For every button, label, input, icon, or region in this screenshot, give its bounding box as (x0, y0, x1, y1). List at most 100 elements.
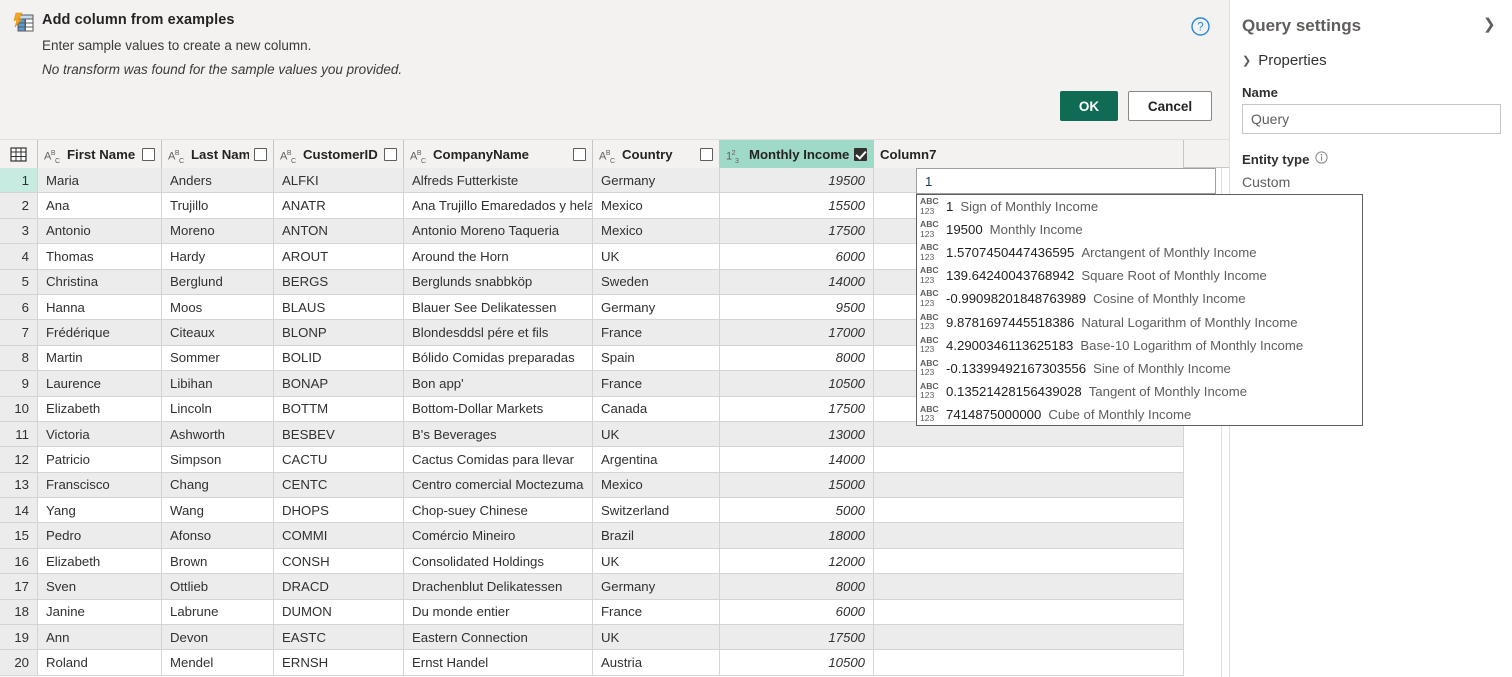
column-select-checkbox[interactable] (573, 147, 586, 161)
cell-country[interactable]: Sweden (593, 269, 720, 295)
column-header-first[interactable]: ABC First Name (38, 140, 162, 168)
cell-custid[interactable]: BOLID (274, 345, 404, 372)
query-name-input[interactable]: Query (1242, 104, 1501, 134)
cell-country[interactable]: Argentina (593, 447, 720, 473)
cell-first[interactable]: Franscisco (38, 472, 162, 499)
cell-last[interactable]: Moos (162, 294, 274, 321)
cell-first[interactable]: Hanna (38, 294, 162, 321)
cell-first[interactable]: Yang (38, 498, 162, 524)
table-row[interactable]: 18 Janine Labrune DUMON Du monde entier Franc… (0, 599, 1229, 626)
cell-country[interactable]: France (593, 320, 720, 346)
cell-company[interactable]: Bon app' (404, 371, 593, 397)
cell-last[interactable]: Libihan (162, 371, 274, 397)
column-header-income[interactable]: 123 Monthly Income (720, 140, 874, 168)
suggestion-item[interactable]: ABC 123 1 Sign of Monthly Income (917, 195, 1362, 218)
cell-first[interactable]: Elizabeth (38, 396, 162, 422)
cell-income[interactable]: 5000 (720, 498, 874, 524)
cell-rownum[interactable]: 18 (0, 599, 38, 626)
cell-column7[interactable] (874, 472, 1184, 499)
cell-last[interactable]: Simpson (162, 447, 274, 473)
table-row[interactable]: 17 Sven Ottlieb DRACD Drachenblut Delikatess… (0, 574, 1229, 600)
cell-rownum[interactable]: 15 (0, 523, 38, 549)
cell-first[interactable]: Frédérique (38, 320, 162, 346)
cell-last[interactable]: Trujillo (162, 193, 274, 219)
ok-button[interactable]: OK (1060, 91, 1118, 121)
cell-company[interactable]: Berglunds snabbköp (404, 269, 593, 295)
cell-first[interactable]: Elizabeth (38, 548, 162, 575)
cell-country[interactable]: Germany (593, 574, 720, 600)
cell-rownum[interactable]: 4 (0, 244, 38, 270)
suggestion-item[interactable]: ABC 123 9.8781697445518386 Natural Logarith… (917, 310, 1362, 333)
suggestion-item[interactable]: ABC 123 0.13521428156439028 Tangent of Mont… (917, 380, 1362, 403)
cell-rownum[interactable]: 6 (0, 294, 38, 321)
cell-last[interactable]: Brown (162, 548, 274, 575)
cell-income[interactable]: 12000 (720, 548, 874, 575)
cell-custid[interactable]: BLONP (274, 320, 404, 346)
cell-country[interactable]: UK (593, 421, 720, 448)
cell-income[interactable]: 8000 (720, 574, 874, 600)
cell-custid[interactable]: CENTC (274, 472, 404, 499)
cell-rownum[interactable]: 1 (0, 168, 38, 194)
cell-rownum[interactable]: 16 (0, 548, 38, 575)
suggestion-item[interactable]: ABC 123 139.64240043768942 Square Root of M… (917, 264, 1362, 287)
cell-income[interactable]: 15000 (720, 472, 874, 499)
sample-value-input[interactable]: 1 (916, 168, 1216, 194)
cell-company[interactable]: Eastern Connection (404, 625, 593, 651)
table-row[interactable]: 19 Ann Devon EASTC Eastern Connection UK 17500 (0, 625, 1229, 651)
cell-last[interactable]: Lincoln (162, 396, 274, 422)
cell-last[interactable]: Ottlieb (162, 574, 274, 600)
cell-custid[interactable]: CACTU (274, 447, 404, 473)
cell-rownum[interactable]: 8 (0, 345, 38, 372)
transform-suggestions-dropdown[interactable]: ABC 123 1 Sign of Monthly Income ABC 123 19500… (916, 194, 1363, 426)
cell-last[interactable]: Afonso (162, 523, 274, 549)
column-header-company[interactable]: ABC CompanyName (404, 140, 593, 168)
cell-rownum[interactable]: 2 (0, 193, 38, 219)
cell-last[interactable]: Wang (162, 498, 274, 524)
cell-column7[interactable] (874, 574, 1184, 600)
cell-column7[interactable] (874, 523, 1184, 549)
cell-custid[interactable]: BONAP (274, 371, 404, 397)
cell-country[interactable]: Brazil (593, 523, 720, 549)
suggestion-item[interactable]: ABC 123 1.5707450447436595 Arctangent of Mo… (917, 241, 1362, 264)
cell-last[interactable]: Hardy (162, 244, 274, 270)
cell-rownum[interactable]: 14 (0, 498, 38, 524)
cell-income[interactable]: 17500 (720, 396, 874, 422)
cell-last[interactable]: Ashworth (162, 421, 274, 448)
cell-first[interactable]: Christina (38, 269, 162, 295)
cell-company[interactable]: Comércio Mineiro (404, 523, 593, 549)
cell-rownum[interactable]: 11 (0, 421, 38, 448)
cell-company[interactable]: Alfreds Futterkiste (404, 168, 593, 194)
cell-company[interactable]: Du monde entier (404, 599, 593, 626)
cell-first[interactable]: Victoria (38, 421, 162, 448)
cell-rownum[interactable]: 5 (0, 269, 38, 295)
cell-company[interactable]: Blauer See Delikatessen (404, 294, 593, 321)
cell-custid[interactable]: ANTON (274, 218, 404, 245)
cell-company[interactable]: Cactus Comidas para llevar (404, 447, 593, 473)
cell-rownum[interactable]: 12 (0, 447, 38, 473)
cell-income[interactable]: 19500 (720, 168, 874, 194)
cell-first[interactable]: Ana (38, 193, 162, 219)
cell-last[interactable]: Anders (162, 168, 274, 194)
cell-first[interactable]: Janine (38, 599, 162, 626)
cell-income[interactable]: 6000 (720, 244, 874, 270)
cell-custid[interactable]: CONSH (274, 548, 404, 575)
cell-income[interactable]: 17000 (720, 320, 874, 346)
cell-country[interactable]: Canada (593, 396, 720, 422)
cell-income[interactable]: 17500 (720, 625, 874, 651)
cell-custid[interactable]: BERGS (274, 269, 404, 295)
cell-custid[interactable]: DHOPS (274, 498, 404, 524)
cell-first[interactable]: Roland (38, 650, 162, 676)
column-select-checkbox[interactable] (254, 147, 267, 161)
cell-country[interactable]: Mexico (593, 218, 720, 245)
column-header-country[interactable]: ABC Country (593, 140, 720, 168)
cell-last[interactable]: Devon (162, 625, 274, 651)
suggestion-item[interactable]: ABC 123 -0.99098201848763989 Cosine of Mont… (917, 287, 1362, 310)
cell-company[interactable]: B's Beverages (404, 421, 593, 448)
cell-country[interactable]: Germany (593, 168, 720, 194)
cell-company[interactable]: Antonio Moreno Taqueria (404, 218, 593, 245)
help-circle-icon[interactable]: ? (1190, 16, 1211, 37)
cell-rownum[interactable]: 3 (0, 218, 38, 245)
cell-company[interactable]: Blondesddsl pére et fils (404, 320, 593, 346)
cell-income[interactable]: 15500 (720, 193, 874, 219)
cell-column7[interactable] (874, 447, 1184, 473)
